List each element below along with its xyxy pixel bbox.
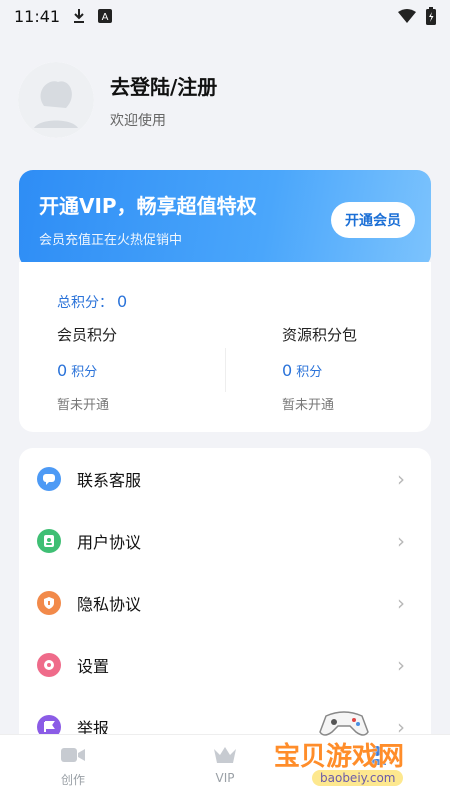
member-points-title: 会员积分 — [57, 326, 118, 344]
welcome-text: 欢迎使用 — [110, 112, 166, 129]
tab-create[interactable]: 创作 — [28, 745, 118, 788]
total-points-value: 0 — [117, 292, 128, 311]
resource-points-status: 暂未开通 — [282, 398, 335, 413]
menu-item-label: 隐私协议 — [77, 595, 142, 614]
avatar-placeholder-icon — [18, 62, 94, 138]
crown-icon — [214, 747, 236, 763]
total-points: 总积分： 0 — [57, 292, 127, 312]
chevron-right-icon: › — [397, 467, 405, 491]
points-card: 总积分： 0 会员积分 0 积分 暂未开通 资源积分包 0 积分 暂未开通 — [19, 262, 431, 432]
tab-create-label: 创作 — [60, 773, 85, 787]
status-bar: 11:41 A — [0, 0, 450, 32]
member-points-value: 0 — [57, 361, 68, 380]
svg-text:A: A — [102, 12, 109, 23]
chat-icon — [37, 467, 61, 491]
total-points-label: 总积分： — [57, 295, 113, 311]
gamepad-icon — [319, 711, 369, 736]
watermark-text: 宝贝游戏网 — [274, 742, 405, 772]
video-camera-icon — [61, 748, 85, 762]
tab-vip-label: VIP — [215, 771, 235, 785]
login-register-link[interactable]: 去登陆/注册 — [110, 71, 217, 100]
menu-item-label: 用户协议 — [77, 533, 142, 552]
settings-menu: 联系客服 › 用户协议 › 隐私协议 › 设置 › 举报 › — [19, 448, 431, 748]
member-points-value-row: 0 积分 — [57, 361, 117, 380]
member-points[interactable]: 会员积分 0 积分 暂未开通 — [57, 324, 117, 413]
menu-item-contact-service[interactable]: 联系客服 › — [19, 448, 431, 510]
chevron-right-icon: › — [397, 529, 405, 553]
resource-points-value: 0 — [282, 361, 293, 380]
wifi-icon — [398, 9, 416, 23]
vip-banner[interactable]: 开通VIP，畅享超值特权 会员充值正在火热促销中 开通会员 — [19, 170, 431, 268]
menu-item-label: 联系客服 — [77, 471, 142, 490]
resource-points-unit: 积分 — [296, 365, 323, 380]
member-points-status: 暂未开通 — [57, 398, 110, 413]
points-divider — [225, 348, 226, 392]
menu-item-privacy-agreement[interactable]: 隐私协议 › — [19, 572, 431, 634]
resource-points-value-row: 0 积分 — [282, 361, 357, 380]
avatar[interactable] — [18, 62, 94, 138]
watermark-logo: 宝贝游戏网 baobeiy.com — [268, 706, 448, 796]
status-time: 11:41 — [14, 6, 61, 26]
watermark-url: baobeiy.com — [312, 770, 404, 786]
resource-points-title: 资源积分包 — [282, 326, 358, 344]
menu-item-settings[interactable]: 设置 › — [19, 634, 431, 696]
profile-header[interactable]: 去登陆/注册 欢迎使用 — [18, 62, 217, 138]
user-icon — [37, 529, 61, 553]
battery-icon — [426, 7, 436, 25]
download-icon — [74, 9, 85, 23]
menu-item-user-agreement[interactable]: 用户协议 › — [19, 510, 431, 572]
a-icon: A — [98, 9, 113, 23]
shield-icon — [37, 591, 61, 615]
menu-item-label: 设置 — [77, 657, 110, 676]
resource-points[interactable]: 资源积分包 0 积分 暂未开通 — [282, 324, 357, 413]
open-vip-button[interactable]: 开通会员 — [331, 202, 415, 238]
tab-vip[interactable]: VIP — [180, 745, 270, 785]
member-points-unit: 积分 — [71, 365, 98, 380]
chevron-right-icon: › — [397, 653, 405, 677]
chevron-right-icon: › — [397, 591, 405, 615]
settings-icon — [37, 653, 61, 677]
